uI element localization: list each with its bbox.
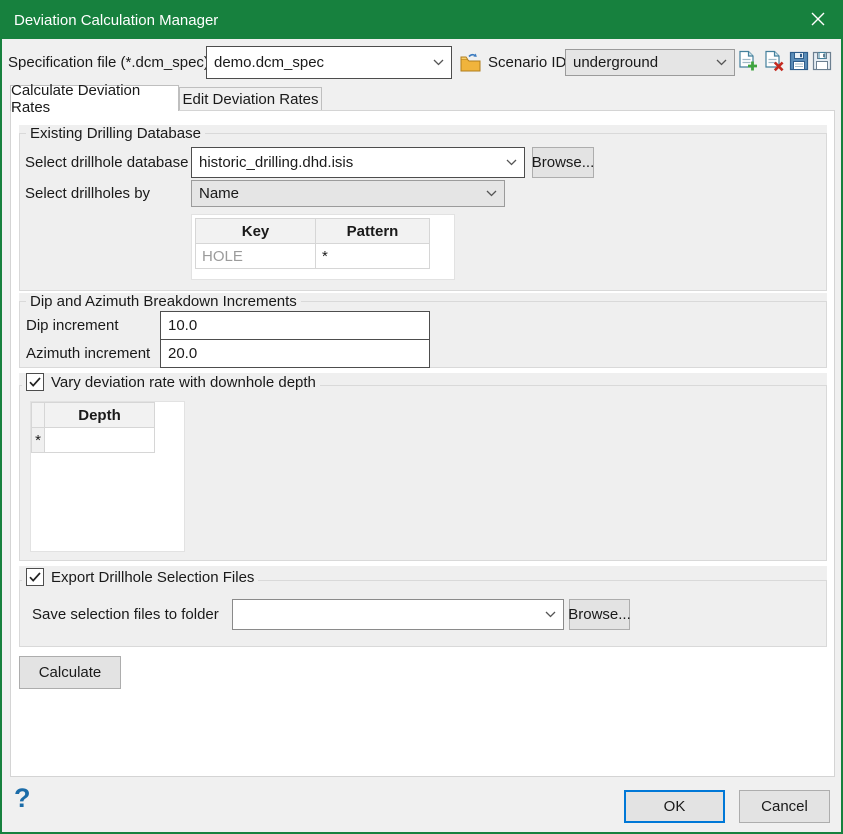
- select-drillholes-by-label: Select drillholes by: [25, 179, 150, 207]
- table-row: HOLE *: [196, 244, 430, 269]
- depth-table: Depth *: [31, 402, 155, 453]
- key-cell[interactable]: HOLE: [196, 244, 316, 269]
- open-folder-icon[interactable]: [458, 51, 483, 74]
- dip-increment-input[interactable]: [160, 311, 430, 340]
- dip-azimuth-increments-group: Dip and Azimuth Breakdown Increments Dip…: [19, 293, 827, 368]
- depth-table-container: Depth *: [30, 401, 185, 552]
- save-spec-as-icon[interactable]: [812, 50, 832, 72]
- save-folder-combo[interactable]: [232, 599, 564, 630]
- cancel-button[interactable]: Cancel: [739, 790, 830, 823]
- export-checkbox-row: Export Drillhole Selection Files: [22, 568, 258, 586]
- folder-browse-button[interactable]: Browse...: [569, 599, 630, 630]
- chevron-down-icon: [500, 159, 517, 166]
- chevron-down-icon: [427, 59, 444, 66]
- calculate-button[interactable]: Calculate: [19, 656, 121, 689]
- export-selection-checkbox[interactable]: [26, 568, 44, 586]
- close-button[interactable]: [795, 2, 841, 39]
- corner-header-cell: [32, 403, 45, 428]
- chevron-down-icon: [480, 190, 497, 197]
- new-spec-icon[interactable]: [736, 49, 758, 73]
- save-selection-folder-label: Save selection files to folder: [32, 599, 219, 630]
- group-title: Dip and Azimuth Breakdown Increments: [26, 293, 301, 310]
- scenario-id-label: Scenario ID: [488, 45, 566, 79]
- scenario-id-combo[interactable]: underground: [565, 49, 735, 76]
- tab-calculate-deviation-rates[interactable]: Calculate Deviation Rates: [10, 85, 179, 111]
- select-drillholes-by-value: Name: [199, 185, 239, 202]
- spec-file-value: demo.dcm_spec: [214, 54, 324, 71]
- delete-spec-icon[interactable]: [762, 49, 784, 73]
- close-icon: [811, 12, 825, 30]
- depth-cell[interactable]: [45, 428, 155, 453]
- dip-increment-label: Dip increment: [26, 311, 119, 340]
- vary-deviation-label: Vary deviation rate with downhole depth: [51, 374, 316, 391]
- key-pattern-table: Key Pattern HOLE *: [195, 218, 430, 269]
- scenario-id-value: underground: [573, 54, 658, 71]
- window-title: Deviation Calculation Manager: [14, 12, 218, 29]
- spec-file-combo[interactable]: demo.dcm_spec: [206, 46, 452, 79]
- chevron-down-icon: [539, 611, 556, 618]
- save-spec-icon[interactable]: [789, 50, 809, 72]
- pattern-column-header: Pattern: [316, 219, 430, 244]
- chevron-down-icon: [710, 59, 727, 66]
- key-pattern-table-container: Key Pattern HOLE *: [191, 214, 455, 280]
- help-button[interactable]: ?: [14, 783, 31, 814]
- select-drillholes-by-combo[interactable]: Name: [191, 180, 505, 207]
- tab-label: Edit Deviation Rates: [183, 91, 319, 108]
- title-bar: Deviation Calculation Manager: [2, 2, 841, 39]
- key-column-header: Key: [196, 219, 316, 244]
- pattern-cell[interactable]: *: [316, 244, 430, 269]
- spec-file-label: Specification file (*.dcm_spec): [8, 45, 209, 79]
- azimuth-increment-label: Azimuth increment: [26, 339, 150, 368]
- vary-deviation-checkbox-row: Vary deviation rate with downhole depth: [22, 373, 320, 391]
- drillhole-database-value: historic_drilling.dhd.isis: [199, 154, 353, 171]
- export-selection-label: Export Drillhole Selection Files: [51, 569, 254, 586]
- export-selection-files-group: Export Drillhole Selection Files Save se…: [19, 566, 827, 647]
- tab-edit-deviation-rates[interactable]: Edit Deviation Rates: [179, 87, 322, 111]
- ok-button[interactable]: OK: [624, 790, 725, 823]
- vary-deviation-checkbox[interactable]: [26, 373, 44, 391]
- deviation-calculation-manager-dialog: Deviation Calculation Manager Specificat…: [0, 0, 843, 834]
- existing-drilling-database-group: Existing Drilling Database Select drillh…: [19, 125, 827, 291]
- azimuth-increment-input[interactable]: [160, 339, 430, 368]
- select-drillhole-database-label: Select drillhole database: [25, 147, 188, 178]
- vary-deviation-rate-group: Vary deviation rate with downhole depth …: [19, 373, 827, 561]
- row-header-cell: *: [32, 428, 45, 453]
- group-title: Existing Drilling Database: [26, 125, 205, 142]
- table-row: *: [32, 428, 155, 453]
- depth-column-header: Depth: [45, 403, 155, 428]
- footer-bar: ? OK Cancel: [2, 777, 841, 832]
- drillhole-database-combo[interactable]: historic_drilling.dhd.isis: [191, 147, 525, 178]
- tab-label: Calculate Deviation Rates: [11, 82, 178, 116]
- database-browse-button[interactable]: Browse...: [532, 147, 594, 178]
